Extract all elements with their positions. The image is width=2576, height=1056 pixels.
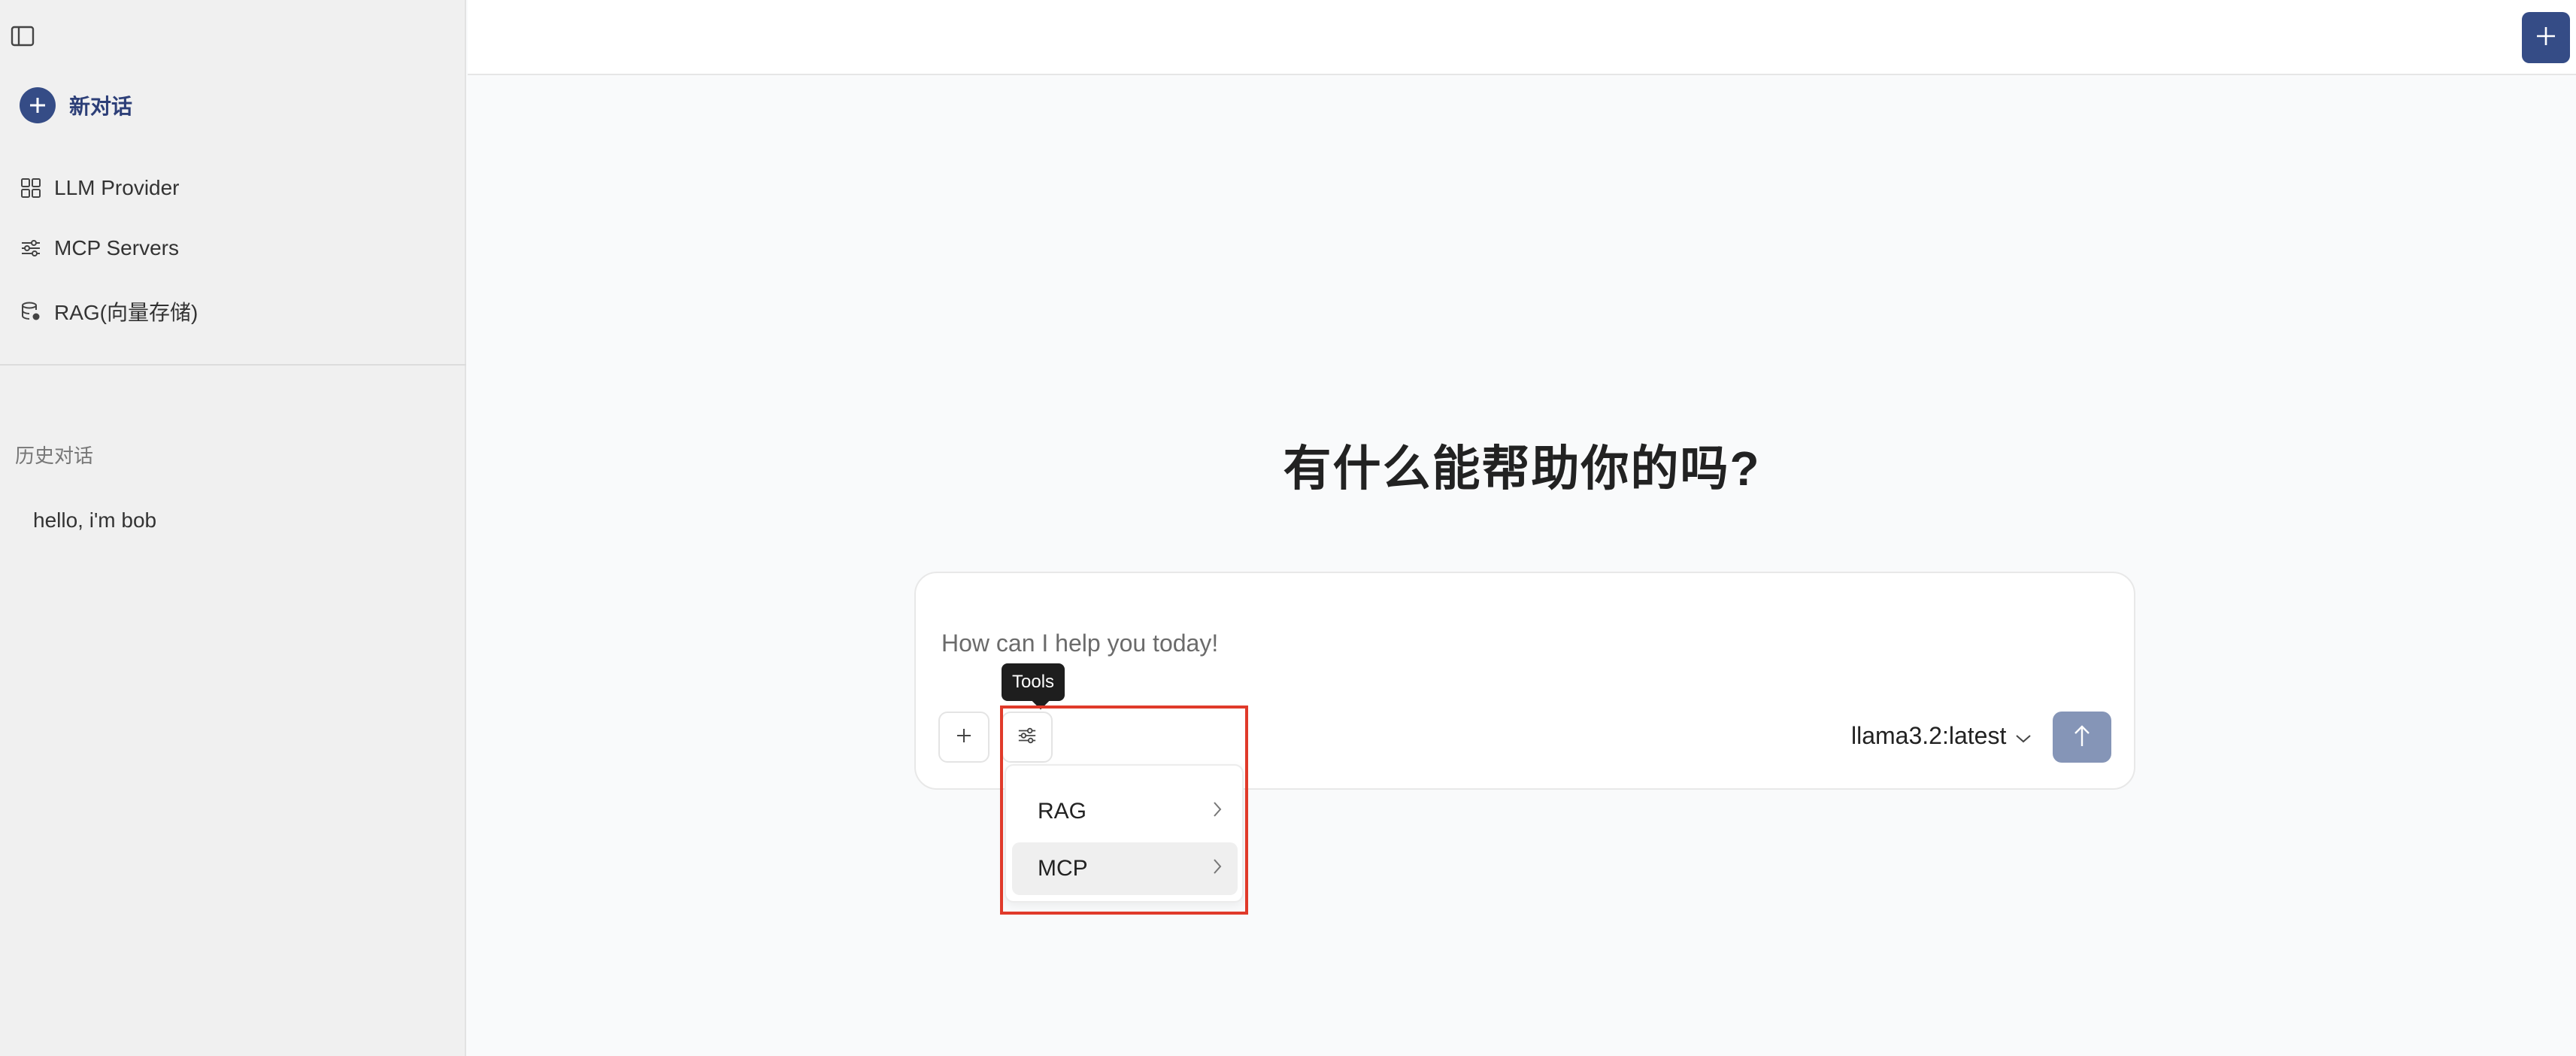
history-heading: 历史对话 xyxy=(15,445,94,467)
sidebar-item-label: LLM Provider xyxy=(54,176,180,199)
history-item[interactable]: hello, i'm bob xyxy=(33,508,156,533)
send-button[interactable] xyxy=(2053,712,2111,763)
chat-input[interactable] xyxy=(941,624,1844,662)
menu-item-mcp[interactable]: MCP xyxy=(1012,842,1238,895)
header-new-chat-button[interactable] xyxy=(2522,12,2570,63)
top-bar xyxy=(468,0,2576,75)
tools-menu: RAG MCP xyxy=(1005,764,1244,903)
sidebar-item-label: MCP Servers xyxy=(54,236,179,259)
plus-icon xyxy=(956,727,972,748)
menu-item-label: MCP xyxy=(1038,856,1088,881)
attach-button[interactable] xyxy=(938,712,989,763)
model-selector[interactable]: llama3.2:latest xyxy=(1851,722,2032,750)
chat-composer: llama3.2:latest xyxy=(914,572,2135,790)
arrow-up-icon xyxy=(2072,724,2092,751)
sliders-icon xyxy=(20,237,42,259)
new-chat-label: 新对话 xyxy=(69,95,133,118)
tools-button[interactable] xyxy=(1002,712,1053,763)
chevron-right-icon xyxy=(1212,856,1223,882)
sidebar-toggle-icon[interactable] xyxy=(9,23,36,50)
sidebar-divider xyxy=(0,364,466,366)
page-title: 有什么能帮助你的吗? xyxy=(1283,442,1761,496)
plus-icon xyxy=(2535,25,2557,51)
sidebar-item-mcp-servers[interactable]: MCP Servers xyxy=(20,236,179,260)
sliders-icon xyxy=(1017,726,1037,749)
sidebar-item-rag[interactable]: RAG(向量存储) xyxy=(20,296,198,326)
sidebar-item-llm-provider[interactable]: LLM Provider xyxy=(20,176,180,200)
plus-circle-icon xyxy=(20,87,56,123)
grid-icon xyxy=(20,177,42,199)
menu-item-rag[interactable]: RAG xyxy=(1012,785,1238,838)
menu-item-label: RAG xyxy=(1038,799,1087,824)
model-name: llama3.2:latest xyxy=(1851,722,2007,749)
sidebar: 新对话 LLM Provider MCP Servers RAG(向量存储) 历… xyxy=(0,0,466,1056)
new-chat-button[interactable]: 新对话 xyxy=(20,87,132,123)
tools-tooltip: Tools xyxy=(1002,663,1065,701)
sidebar-item-label: RAG(向量存储) xyxy=(54,301,199,324)
chevron-right-icon xyxy=(1212,799,1223,824)
database-icon xyxy=(20,300,42,323)
chevron-down-icon xyxy=(2015,722,2032,750)
